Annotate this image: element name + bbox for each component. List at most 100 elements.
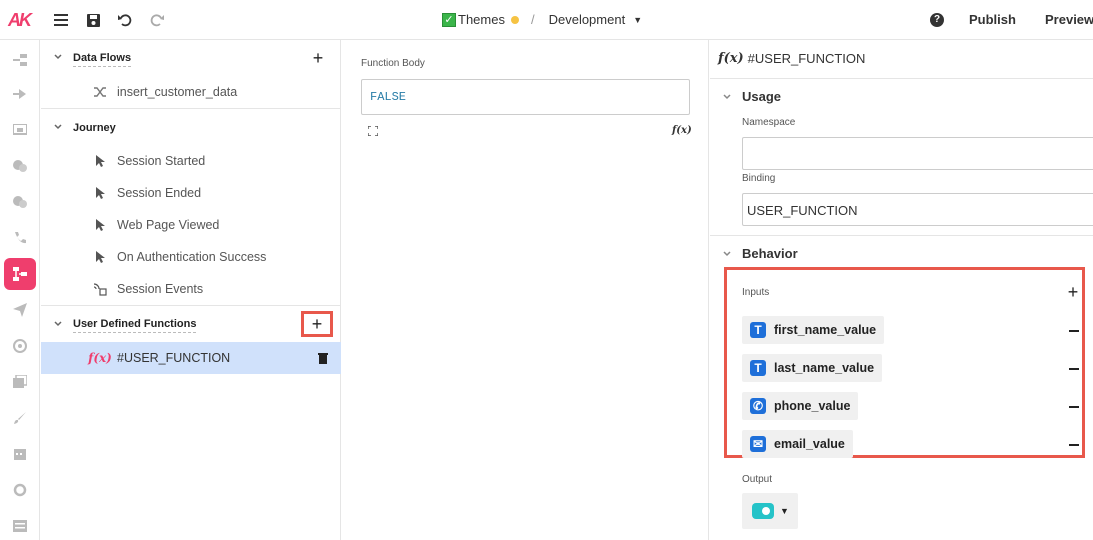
themes-check-icon: ✓: [442, 12, 456, 27]
transition-icon[interactable]: [12, 86, 28, 102]
tree-item-session-ended[interactable]: Session Ended: [41, 177, 341, 209]
undo-icon[interactable]: [116, 11, 134, 29]
input-name: email_value: [774, 437, 845, 451]
trash-icon[interactable]: [317, 352, 329, 364]
tree-item-label: On Authentication Success: [117, 250, 267, 264]
gallery-icon[interactable]: [12, 374, 28, 390]
tree-item-insert-customer-data[interactable]: insert_customer_data: [41, 76, 341, 108]
add-input-button[interactable]: +: [1066, 283, 1080, 301]
input-chip[interactable]: ✆ phone_value: [742, 392, 859, 420]
tree-item-label: Session Started: [117, 154, 206, 168]
properties-title: f(x) #USER_FUNCTION: [718, 51, 865, 66]
add-data-flow-button[interactable]: +: [311, 49, 325, 67]
add-function-button[interactable]: +: [310, 315, 324, 333]
input-chip[interactable]: T first_name_value: [742, 316, 885, 344]
expand-icon[interactable]: [368, 126, 378, 136]
chevron-down-icon[interactable]: [53, 122, 63, 132]
environment-dropdown[interactable]: Development: [549, 12, 626, 27]
function-body-editor[interactable]: FALSE: [361, 79, 690, 115]
preview-button[interactable]: Preview: [1045, 12, 1093, 27]
publish-button[interactable]: Publish: [969, 12, 1016, 27]
remove-input-button[interactable]: [1069, 444, 1079, 446]
menu-icon[interactable]: [52, 11, 70, 29]
conversation-icon[interactable]: [12, 194, 28, 210]
boolean-toggle-icon: [752, 503, 774, 519]
section-user-defined-functions[interactable]: User Defined Functions: [41, 307, 341, 341]
properties-panel: f(x) #USER_FUNCTION Usage Namespace Bind…: [710, 40, 1093, 540]
settings-icon[interactable]: [12, 338, 28, 354]
tree-item-label: Session Ended: [117, 186, 202, 200]
fx-icon: f(x): [718, 51, 744, 66]
chevron-down-icon[interactable]: [722, 249, 732, 259]
text-type-icon: T: [750, 360, 766, 376]
pointer-icon: [93, 250, 107, 264]
section-title: Journey: [73, 122, 116, 134]
input-name: first_name_value: [774, 323, 877, 337]
binding-label: Binding: [742, 173, 776, 184]
divider: [41, 108, 341, 109]
input-name: last_name_value: [774, 361, 875, 375]
fx-icon: f(x): [88, 351, 112, 365]
chevron-down-icon: ▼: [780, 506, 789, 516]
chevron-down-icon[interactable]: [53, 319, 63, 329]
pointer-icon: [93, 186, 107, 200]
tree-item-label: Session Events: [117, 282, 204, 296]
save-icon[interactable]: [84, 11, 102, 29]
redo-icon[interactable]: [148, 11, 166, 29]
inputs-label: Inputs: [742, 287, 770, 298]
top-bar: AK ✓ Themes / Development ▼ ? Publish Pr…: [0, 0, 1093, 40]
sync-icon[interactable]: [12, 482, 28, 498]
tree-item-label: Web Page Viewed: [117, 218, 220, 232]
fx-icon[interactable]: f(x): [672, 125, 692, 136]
usage-section-title[interactable]: Usage: [742, 89, 781, 104]
input-chip[interactable]: T last_name_value: [742, 354, 883, 382]
remove-input-button[interactable]: [1069, 406, 1079, 408]
tree-item-session-events[interactable]: Session Events: [41, 273, 341, 305]
events-icon: [93, 282, 107, 296]
pointer-icon: [93, 154, 107, 168]
binding-input[interactable]: USER_FUNCTION: [742, 193, 1093, 226]
list-icon[interactable]: [12, 518, 28, 534]
screen-icon[interactable]: [12, 122, 28, 138]
pointer-icon: [93, 218, 107, 232]
shuffle-icon: [93, 85, 107, 99]
namespace-label: Namespace: [742, 117, 796, 128]
divider: [710, 78, 1093, 79]
text-type-icon: T: [750, 322, 766, 338]
tree-item-web-page-viewed[interactable]: Web Page Viewed: [41, 209, 341, 241]
section-journey[interactable]: Journey: [41, 110, 341, 144]
section-title: Data Flows: [73, 52, 132, 67]
email-type-icon: ✉: [750, 436, 766, 452]
function-body-label: Function Body: [361, 58, 425, 69]
themes-button[interactable]: Themes: [458, 12, 505, 27]
tree-item-session-started[interactable]: Session Started: [41, 145, 341, 177]
behavior-section-title[interactable]: Behavior: [742, 246, 798, 261]
tree-item-user-function[interactable]: f(x) #USER_FUNCTION: [41, 342, 341, 374]
tree-item-label: insert_customer_data: [117, 85, 238, 99]
app-logo[interactable]: AK: [8, 10, 32, 31]
entry-points-icon[interactable]: [12, 52, 28, 68]
chevron-down-icon[interactable]: ▼: [633, 15, 642, 25]
phone-icon[interactable]: [12, 230, 28, 246]
chat-icon[interactable]: [12, 158, 28, 174]
data-flow-icon[interactable]: [4, 258, 36, 290]
divider: [710, 235, 1093, 236]
help-icon[interactable]: ?: [930, 13, 944, 27]
function-name: #USER_FUNCTION: [747, 51, 866, 66]
namespace-input[interactable]: [742, 137, 1093, 170]
input-chip[interactable]: ✉ email_value: [742, 430, 853, 458]
divider: [41, 305, 341, 306]
brush-icon[interactable]: [12, 410, 28, 426]
tree-item-on-authentication-success[interactable]: On Authentication Success: [41, 241, 341, 273]
section-data-flows[interactable]: Data Flows +: [41, 40, 341, 74]
remove-input-button[interactable]: [1069, 330, 1079, 332]
left-rail: [0, 40, 40, 540]
send-icon[interactable]: [12, 302, 28, 318]
function-body-panel: Function Body FALSE f(x): [341, 40, 709, 540]
output-type-dropdown[interactable]: ▼: [742, 493, 798, 529]
chevron-down-icon[interactable]: [53, 52, 63, 62]
remove-input-button[interactable]: [1069, 368, 1079, 370]
chevron-down-icon[interactable]: [722, 92, 732, 102]
input-name: phone_value: [774, 399, 851, 413]
calendar-icon[interactable]: [12, 446, 28, 462]
